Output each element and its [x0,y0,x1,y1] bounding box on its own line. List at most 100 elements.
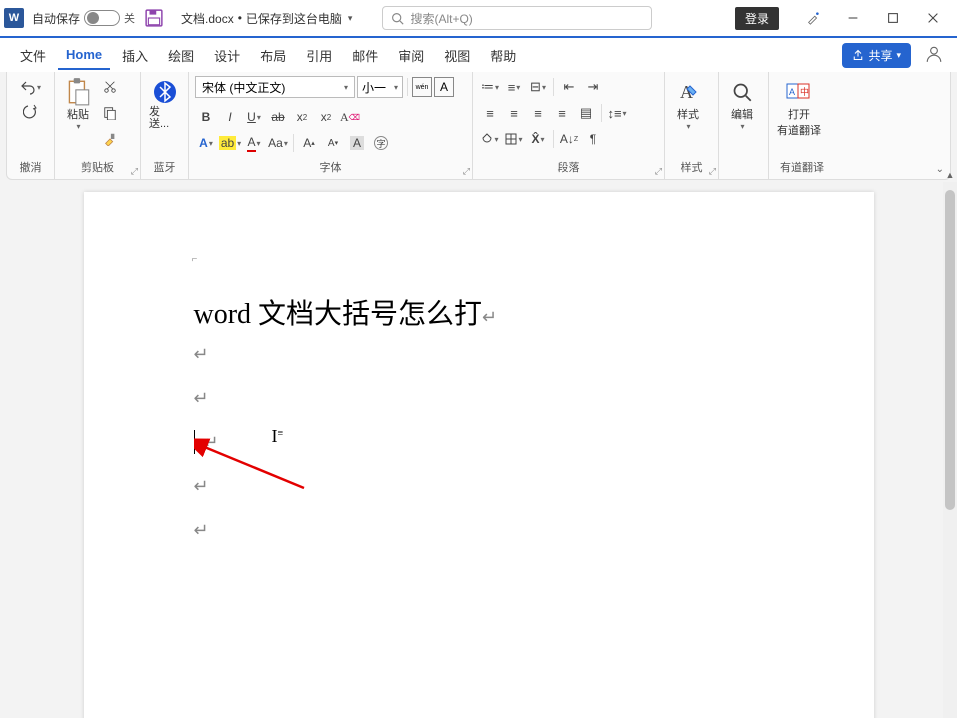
close-button[interactable] [913,3,953,33]
bullets-button[interactable]: ≔▾ [479,76,501,98]
brush-icon[interactable] [793,3,833,33]
styles-button[interactable]: A 样式 ▾ [671,76,705,133]
group-label-styles: 样式 [671,157,712,177]
title-separator: • [238,11,242,25]
grow-font-button[interactable]: A▴ [298,132,320,154]
autosave-toggle[interactable] [84,10,120,26]
sort-button[interactable]: A↓Z [558,128,580,150]
tab-insert[interactable]: 插入 [114,40,156,71]
svg-text:中: 中 [800,86,809,97]
paragraph-line: ↵ [194,332,764,376]
collaborate-icon[interactable] [925,45,945,66]
underline-button[interactable]: U▾ [243,106,265,128]
clipboard-launcher[interactable]: ⤢ [131,166,138,177]
font-name-select[interactable]: 宋体 (中文正文)▾ [195,76,355,98]
ribbon-tabs: 文件 Home 插入 绘图 设计 布局 引用 邮件 审阅 视图 帮助 共享 ▾ [0,38,957,72]
tab-home[interactable]: Home [58,41,110,70]
char-shading-button[interactable]: A [346,132,368,154]
subscript-button[interactable]: x2 [291,106,313,128]
tab-review[interactable]: 审阅 [390,40,432,71]
bluetooth-send-button[interactable]: 发送... [147,76,182,132]
align-left-button[interactable]: ≡ [479,102,501,124]
clear-format-button[interactable]: A⌫ [339,106,361,128]
minimize-button[interactable] [833,3,873,33]
group-label-clipboard: 剪贴板 [61,157,134,177]
document-title[interactable]: 文档.docx • 已保存到这台电脑 ▾ [181,10,352,27]
text-effects-button[interactable]: A▾ [195,132,217,154]
char-border-button[interactable]: A [434,77,454,97]
font-size-select[interactable]: 小一▾ [357,76,403,98]
bt-send-label: 发送... [149,106,180,130]
styles-launcher[interactable]: ⤢ [709,166,716,177]
tab-references[interactable]: 引用 [298,40,340,71]
group-label-bluetooth: 蓝牙 [147,157,182,177]
paragraph-launcher[interactable]: ⤢ [655,166,662,177]
group-edit: 编辑 ▾ [719,72,769,179]
tab-help[interactable]: 帮助 [482,40,524,71]
group-paragraph: ≔▾ ≡▾ ⊟▾ ⇤ ⇥ ≡ ≡ ≡ ≡ ▤ ↕≡▾ ▾ ▾ X̂▾ [473,72,665,179]
tab-draw[interactable]: 绘图 [160,40,202,71]
redo-button[interactable] [20,100,42,122]
scroll-thumb[interactable] [945,190,955,510]
tab-design[interactable]: 设计 [206,40,248,71]
tab-mail[interactable]: 邮件 [344,40,386,71]
enclose-char-button[interactable]: 字 [370,132,392,154]
asian-layout-button[interactable]: X̂▾ [527,128,549,150]
numbering-button[interactable]: ≡▾ [503,76,525,98]
justify-button[interactable]: ≡ [551,102,573,124]
paragraph-line-cursor: ↵ I≡ [194,420,764,464]
undo-button[interactable]: ▾ [20,76,42,98]
format-painter-button[interactable] [99,128,121,150]
group-label-youdao: 有道翻译 [775,157,829,177]
distribute-button[interactable]: ▤ [575,102,597,124]
paste-button[interactable]: 粘贴 ▾ [61,76,95,133]
highlight-button[interactable]: ab▾ [219,132,241,154]
tab-file[interactable]: 文件 [12,40,54,71]
paste-label: 粘贴 [67,106,89,122]
increase-indent-button[interactable]: ⇥ [582,76,604,98]
maximize-button[interactable] [873,3,913,33]
align-right-button[interactable]: ≡ [527,102,549,124]
phonetic-guide-button[interactable]: wén [412,77,432,97]
tab-view[interactable]: 视图 [436,40,478,71]
save-icon[interactable] [145,9,163,27]
page[interactable]: ⌐ word 文档大括号怎么打↵ ↵ ↵ ↵ I≡ ↵ ↵ [84,192,874,718]
cut-button[interactable] [99,76,121,98]
ribbon: ▾ 撤消 粘贴 ▾ 剪贴板 ⤢ [6,72,951,180]
borders-button[interactable]: ▾ [503,128,525,150]
font-color-button[interactable]: A▾ [243,132,265,154]
group-undo: ▾ 撤消 [7,72,55,179]
group-label-paragraph: 段落 [479,157,658,177]
group-bluetooth: 发送... 蓝牙 [141,72,189,179]
line-spacing-button[interactable]: ↕≡▾ [606,102,628,124]
edit-button[interactable]: 编辑 ▾ [725,76,759,133]
shading-button[interactable]: ▾ [479,128,501,150]
superscript-button[interactable]: x2 [315,106,337,128]
strikethrough-button[interactable]: ab [267,106,289,128]
youdao-open-button[interactable]: A中 打开 有道翻译 [775,76,823,140]
return-mark-icon: ↵ [482,307,497,327]
bold-button[interactable]: B [195,106,217,128]
group-label-font: 字体 [195,157,466,177]
font-launcher[interactable]: ⤢ [463,166,470,177]
multilevel-button[interactable]: ⊟▾ [527,76,549,98]
font-size-value: 小一 [362,79,386,96]
document-area: ⌐ word 文档大括号怎么打↵ ↵ ↵ ↵ I≡ ↵ ↵ [0,182,957,718]
italic-button[interactable]: I [219,106,241,128]
font-name-value: 宋体 (中文正文) [202,79,285,96]
vertical-scrollbar[interactable]: ▲ [943,182,957,718]
login-button[interactable]: 登录 [735,7,779,30]
search-input[interactable]: 搜索(Alt+Q) [382,6,652,30]
tab-layout[interactable]: 布局 [252,40,294,71]
copy-button[interactable] [99,102,121,124]
shrink-font-button[interactable]: A▾ [322,132,344,154]
show-marks-button[interactable]: ¶ [582,128,604,150]
scroll-up-button[interactable]: ▲ [943,168,957,182]
align-center-button[interactable]: ≡ [503,102,525,124]
change-case-button[interactable]: Aa▾ [267,132,289,154]
group-styles: A 样式 ▾ 样式 ⤢ [665,72,719,179]
share-button[interactable]: 共享 ▾ [842,43,911,68]
decrease-indent-button[interactable]: ⇤ [558,76,580,98]
group-clipboard: 粘贴 ▾ 剪贴板 ⤢ [55,72,141,179]
return-mark-icon: ↵ [204,432,219,453]
